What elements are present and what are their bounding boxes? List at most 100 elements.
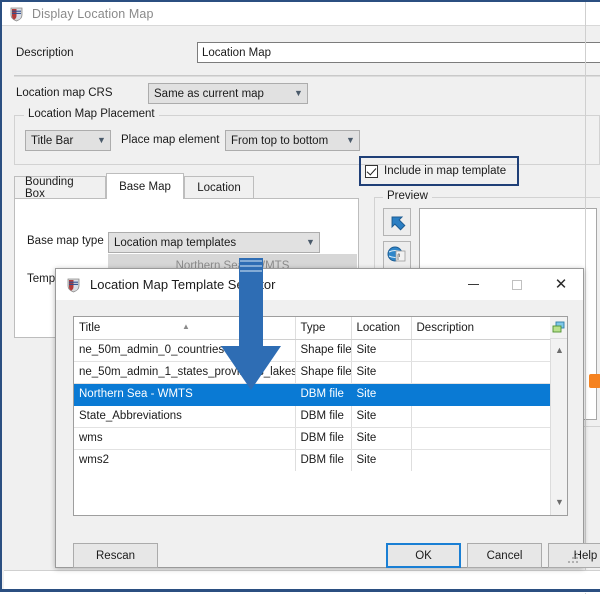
base-map-type-label: Base map type (27, 235, 104, 247)
window-title: Display Location Map (32, 7, 154, 21)
include-in-map-template-checkbox[interactable]: Include in map template (365, 163, 506, 179)
column-chooser-icon[interactable] (550, 317, 567, 339)
tab-base-map[interactable]: Base Map (106, 173, 184, 199)
cell-title: State_Abbreviations (74, 405, 295, 427)
resize-grip-icon[interactable] (568, 553, 579, 564)
maximize-icon[interactable] (495, 269, 539, 300)
placement-anchor-combobox[interactable]: Title Bar ▼ (25, 130, 111, 151)
column-header-location-label: Location (357, 322, 400, 334)
cell-title: Northern Sea - WMTS (74, 383, 295, 405)
cell-type: Shape file (295, 339, 351, 361)
cell-type: Shape file (295, 361, 351, 383)
description-row: Description (2, 42, 600, 68)
cell-location: Site (351, 361, 411, 383)
cell-type: DBM file (295, 405, 351, 427)
close-icon[interactable]: ✕ (539, 269, 583, 300)
modal-body: Title ▲ Type Location Description (56, 300, 583, 567)
cell-description (411, 427, 551, 449)
form-divider (14, 75, 600, 77)
base-map-type-value: Location map templates (114, 237, 302, 249)
location-map-crs-row: Location map CRS Same as current map ▼ (2, 83, 600, 107)
cell-title: ne_50m_admin_1_states_provinces_lakes (74, 361, 295, 383)
placement-anchor-value: Title Bar (31, 135, 93, 147)
location-map-placement-group: Location Map Placement Title Bar ▼ Place… (14, 115, 600, 165)
placement-group-title: Location Map Placement (24, 108, 159, 120)
column-header-description-label: Description (417, 322, 475, 334)
cancel-button-label: Cancel (487, 550, 523, 562)
base-map-panel-filler (320, 232, 358, 253)
cell-location: Site (351, 427, 411, 449)
template-table: Title ▲ Type Location Description (73, 316, 568, 516)
table-row-selected[interactable]: Northern Sea - WMTS DBM file Site (74, 383, 551, 405)
checkbox-check-icon (365, 165, 378, 178)
tab-base-map-label: Base Map (119, 181, 171, 193)
preview-group-title: Preview (383, 190, 432, 202)
chevron-down-icon: ▼ (342, 136, 359, 145)
location-map-crs-combobox[interactable]: Same as current map ▼ (148, 83, 308, 104)
orange-edge-marker (589, 374, 600, 388)
modal-title: Location Map Template Selector (90, 277, 275, 292)
modal-titlebar: Location Map Template Selector ✕ (56, 269, 583, 300)
table-row[interactable]: wms2 DBM file Site (74, 449, 551, 471)
cell-type: DBM file (295, 449, 351, 471)
column-header-location[interactable]: Location (351, 317, 411, 339)
column-header-title-label: Title (79, 322, 100, 334)
app-shield-icon (66, 277, 82, 293)
chevron-down-icon: ▼ (93, 136, 110, 145)
cell-type: DBM file (295, 427, 351, 449)
cell-description (411, 361, 551, 383)
rescan-button-label: Rescan (96, 550, 135, 562)
table-vertical-scrollbar[interactable]: ▲ ▼ (550, 317, 567, 515)
back-arrow-icon[interactable] (383, 208, 411, 236)
ok-button[interactable]: OK (386, 543, 461, 568)
chevron-down-icon: ▼ (290, 89, 307, 98)
cell-description (411, 405, 551, 427)
modal-window-buttons: ✕ (451, 269, 583, 300)
cancel-button[interactable]: Cancel (467, 543, 542, 568)
cell-location: Site (351, 449, 411, 471)
column-header-description[interactable]: Description (411, 317, 551, 339)
sort-ascending-icon: ▲ (182, 322, 190, 331)
cell-description (411, 449, 551, 471)
cell-type: DBM file (295, 383, 351, 405)
cell-description (411, 339, 551, 361)
cell-title: wms (74, 427, 295, 449)
place-map-element-value: From top to bottom (231, 135, 342, 147)
table-row[interactable]: wms DBM file Site (74, 427, 551, 449)
location-map-crs-value: Same as current map (154, 88, 290, 100)
place-map-element-label: Place map element (121, 134, 219, 146)
tab-bounding-box[interactable]: Bounding Box (14, 176, 106, 198)
table-header-row: Title ▲ Type Location Description (74, 317, 551, 339)
tab-location[interactable]: Location (184, 176, 254, 198)
column-header-type[interactable]: Type (295, 317, 351, 339)
tab-location-label: Location (197, 182, 240, 194)
ok-button-label: OK (415, 550, 432, 562)
location-map-crs-label: Location map CRS (16, 87, 113, 99)
base-map-type-combobox[interactable]: Location map templates ▼ (108, 232, 320, 253)
globe-pan-icon[interactable] (383, 241, 411, 269)
template-table-grid: Title ▲ Type Location Description (74, 317, 551, 472)
table-row[interactable]: ne_50m_admin_1_states_provinces_lakes Sh… (74, 361, 551, 383)
cell-location: Site (351, 405, 411, 427)
rescan-button[interactable]: Rescan (73, 543, 158, 568)
column-header-title[interactable]: Title ▲ (74, 317, 295, 339)
place-map-element-combobox[interactable]: From top to bottom ▼ (225, 130, 360, 151)
cell-title: wms2 (74, 449, 295, 471)
table-row[interactable]: ne_50m_admin_0_countries Shape file Site (74, 339, 551, 361)
table-empty-area (74, 471, 551, 515)
cell-location: Site (351, 339, 411, 361)
tab-bounding-box-label: Bounding Box (25, 176, 95, 200)
table-row[interactable]: State_Abbreviations DBM file Site (74, 405, 551, 427)
right-edge-divider (585, 2, 586, 594)
include-in-map-template-label: Include in map template (384, 165, 506, 177)
chevron-down-icon: ▼ (302, 238, 319, 247)
cell-description (411, 383, 551, 405)
description-label: Description (16, 47, 74, 59)
window-titlebar: Display Location Map (2, 2, 600, 26)
description-input[interactable] (197, 42, 600, 63)
minimize-icon[interactable] (451, 269, 495, 300)
cell-location: Site (351, 383, 411, 405)
chevron-down-icon[interactable]: ▼ (551, 493, 568, 510)
chevron-up-icon[interactable]: ▲ (551, 341, 568, 358)
app-shield-icon (9, 6, 25, 22)
